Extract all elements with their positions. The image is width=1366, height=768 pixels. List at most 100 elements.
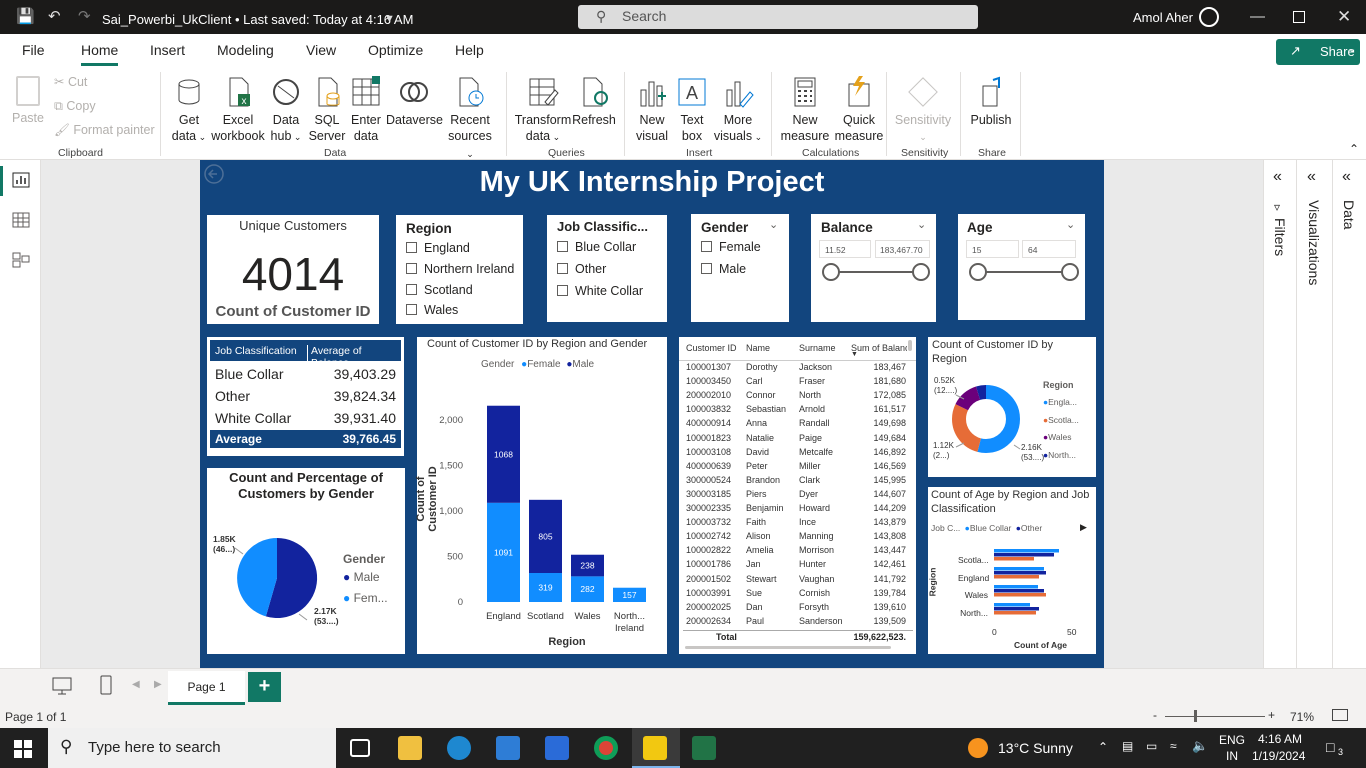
chevron-down-icon[interactable]: ▼ bbox=[384, 11, 395, 27]
store-icon[interactable] bbox=[545, 736, 569, 760]
region-donut-chart[interactable]: Count of Customer ID by Region 0.52K (12.… bbox=[928, 337, 1096, 477]
balance-max-input[interactable]: 183,467.70 bbox=[875, 240, 930, 258]
new-measure-button[interactable]: New measure bbox=[780, 76, 830, 144]
customer-detail-table[interactable]: Customer ID Name Surname Sum of Balance … bbox=[679, 337, 916, 654]
checkbox[interactable] bbox=[406, 284, 417, 295]
column-header[interactable]: Name bbox=[746, 343, 770, 353]
transform-data-button[interactable]: Transform data ⌄ bbox=[514, 76, 572, 145]
slider-handle-max[interactable] bbox=[912, 263, 930, 281]
horizontal-scrollbar[interactable] bbox=[685, 646, 891, 649]
mail-icon[interactable] bbox=[496, 736, 520, 760]
dataverse-button[interactable]: Dataverse bbox=[386, 76, 443, 128]
slicer-item-england[interactable]: England bbox=[406, 241, 470, 255]
task-view-icon[interactable] bbox=[350, 739, 370, 757]
slicer-item-scotland[interactable]: Scotland bbox=[406, 283, 473, 297]
table-row[interactable]: 100001786 Jan Hunter 142,461 bbox=[679, 559, 916, 573]
table-row[interactable]: 200002025 Dan Forsyth 139,610 bbox=[679, 602, 916, 616]
mobile-layout-icon[interactable] bbox=[100, 675, 112, 695]
get-data-button[interactable]: Get data ⌄ bbox=[170, 76, 208, 145]
slicer-item-female[interactable]: Female bbox=[701, 240, 761, 254]
table-row[interactable]: 100003108 David Metcalfe 146,892 bbox=[679, 447, 916, 461]
slicer-item-white-collar[interactable]: White Collar bbox=[557, 284, 643, 298]
sensitivity-button[interactable]: Sensitivity ⌄ bbox=[894, 76, 952, 145]
recent-sources-button[interactable]: Recent sources ⌄ bbox=[444, 76, 496, 162]
table-row[interactable]: 400000914 Anna Randall 149,698 bbox=[679, 418, 916, 432]
slider-handle-min[interactable] bbox=[969, 263, 987, 281]
expand-visualizations-icon[interactable]: « bbox=[1307, 168, 1316, 186]
redo-icon[interactable]: ↷ bbox=[78, 9, 91, 25]
table-row[interactable]: 200002634 Paul Sanderson 139,509 bbox=[679, 616, 916, 630]
slider-handle-max[interactable] bbox=[1061, 263, 1079, 281]
checkbox[interactable] bbox=[557, 285, 568, 296]
legend-item-female[interactable]: ● Fem... bbox=[343, 591, 388, 605]
checkbox[interactable] bbox=[406, 304, 417, 315]
model-view-icon[interactable] bbox=[12, 252, 30, 268]
page-next-icon[interactable]: ▶ bbox=[154, 679, 162, 690]
save-icon[interactable]: 💾 bbox=[16, 9, 35, 25]
legend-item-wales[interactable]: ●Wales bbox=[1043, 429, 1079, 447]
excel-taskbar-icon[interactable] bbox=[692, 736, 716, 760]
chevron-down-icon[interactable]: ⌄ bbox=[917, 218, 926, 231]
table-row[interactable]: 100003832 Sebastian Arnold 161,517 bbox=[679, 404, 916, 418]
checkbox[interactable] bbox=[406, 263, 417, 274]
avatar[interactable] bbox=[1199, 7, 1219, 27]
tab-page-1[interactable]: Page 1 bbox=[168, 671, 245, 705]
region-gender-column-chart[interactable]: Count of Customer ID by Region and Gende… bbox=[415, 337, 667, 654]
language-region[interactable]: IN bbox=[1226, 749, 1238, 763]
text-box-button[interactable]: A Text box bbox=[674, 76, 710, 144]
column-header[interactable]: Customer ID bbox=[686, 343, 737, 353]
user-name[interactable]: Amol Aher bbox=[1133, 10, 1193, 25]
edge-icon[interactable] bbox=[447, 736, 471, 760]
format-painter-button[interactable]: 🖌 Format painter bbox=[54, 122, 155, 138]
weather-icon[interactable] bbox=[968, 738, 988, 758]
table-row[interactable]: 100002742 Alison Manning 143,808 bbox=[679, 531, 916, 545]
expand-data-icon[interactable]: « bbox=[1342, 168, 1351, 186]
chevron-down-icon[interactable]: ⌄ bbox=[769, 218, 778, 231]
zoom-slider[interactable] bbox=[1165, 716, 1265, 717]
tab-home[interactable]: Home bbox=[81, 42, 119, 66]
network-icon[interactable]: ▤ bbox=[1122, 739, 1133, 753]
windows-start-icon[interactable] bbox=[14, 740, 32, 758]
tab-view[interactable]: View bbox=[306, 42, 336, 58]
fit-to-page-icon[interactable] bbox=[1332, 709, 1348, 721]
table-row[interactable]: 100001307 Dorothy Jackson 183,467 bbox=[679, 362, 916, 376]
table-row[interactable]: 100003732 Faith Ince 143,879 bbox=[679, 517, 916, 531]
job-balance-table[interactable]: Job Classification Average of Balance Bl… bbox=[207, 337, 404, 456]
table-view-icon[interactable] bbox=[12, 212, 30, 228]
legend-item-scotland[interactable]: ●Scotla... bbox=[1043, 412, 1079, 430]
language-code[interactable]: ENG bbox=[1219, 733, 1245, 747]
visualizations-pane-label[interactable]: Visualizations bbox=[1306, 200, 1322, 285]
column-header[interactable]: Surname bbox=[799, 343, 836, 353]
filters-pane-label[interactable]: Filters bbox=[1272, 218, 1288, 256]
balance-min-input[interactable]: 11.52 bbox=[819, 240, 871, 258]
tab-insert[interactable]: Insert bbox=[150, 42, 185, 58]
page-prev-icon[interactable]: ◀ bbox=[132, 679, 140, 690]
desktop-layout-icon[interactable] bbox=[52, 677, 72, 695]
excel-workbook-button[interactable]: x Excel workbook bbox=[210, 76, 266, 144]
slider-handle-min[interactable] bbox=[822, 263, 840, 281]
checkbox[interactable] bbox=[701, 241, 712, 252]
tab-optimize[interactable]: Optimize bbox=[368, 42, 423, 58]
publish-button[interactable]: Publish bbox=[968, 76, 1014, 128]
table-row[interactable]: 400000639 Peter Miller 146,569 bbox=[679, 461, 916, 475]
zoom-in-icon[interactable]: + bbox=[1268, 708, 1275, 722]
paste-button[interactable]: Paste bbox=[10, 76, 46, 126]
checkbox[interactable] bbox=[557, 263, 568, 274]
more-visuals-button[interactable]: More visuals ⌄ bbox=[712, 76, 764, 145]
tab-help[interactable]: Help bbox=[455, 42, 484, 58]
legend-item-england[interactable]: ●Engla... bbox=[1043, 394, 1079, 412]
table-row[interactable]: 200001502 Stewart Vaughan 141,792 bbox=[679, 574, 916, 588]
zoom-slider-handle[interactable] bbox=[1194, 710, 1197, 722]
table-row[interactable]: 300002335 Benjamin Howard 144,209 bbox=[679, 503, 916, 517]
gender-pie-chart[interactable]: Count and Percentage of Customers by Gen… bbox=[207, 468, 405, 654]
kpi-card[interactable]: Unique Customers 4014 Count of Customer … bbox=[207, 215, 379, 324]
undo-icon[interactable]: ↶ bbox=[48, 9, 61, 25]
battery-icon[interactable]: ▭ bbox=[1146, 739, 1157, 753]
slicer-item-other[interactable]: Other bbox=[557, 262, 606, 276]
legend-item-northern-ireland[interactable]: ●North... bbox=[1043, 447, 1079, 465]
clock-date[interactable]: 1/19/2024 bbox=[1252, 749, 1305, 763]
table-row[interactable]: 300003185 Piers Dyer 144,607 bbox=[679, 489, 916, 503]
table-row[interactable]: 100002822 Amelia Morrison 143,447 bbox=[679, 545, 916, 559]
slicer-item-wales[interactable]: Wales bbox=[406, 303, 458, 317]
table-row[interactable]: 100001823 Natalie Paige 149,684 bbox=[679, 433, 916, 447]
